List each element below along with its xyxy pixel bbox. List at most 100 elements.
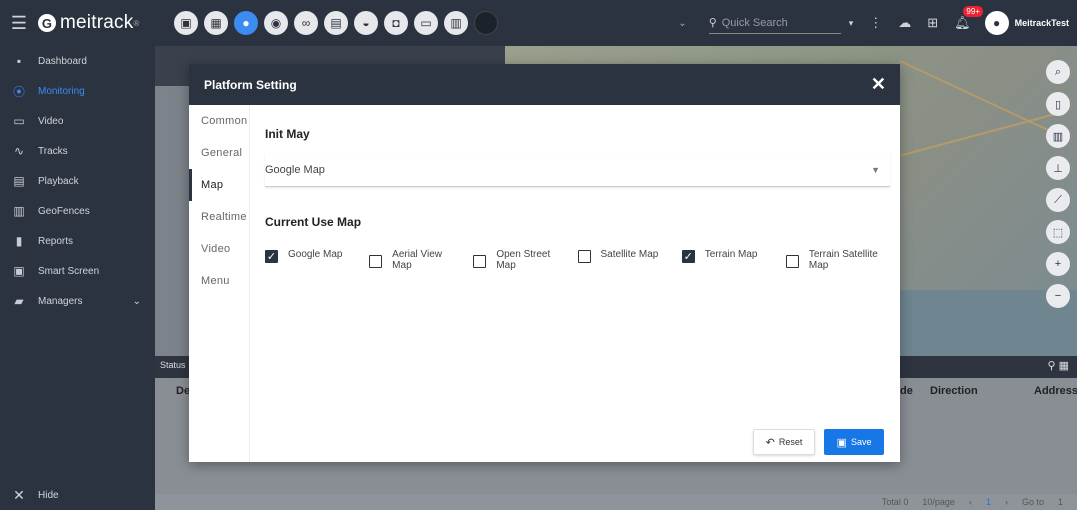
checkbox-google-map[interactable]: ✓ Google Map: [265, 249, 369, 271]
checkbox-unchecked-icon[interactable]: [577, 250, 591, 263]
sidebar-item-dashboard[interactable]: ▪ Dashboard: [0, 46, 155, 76]
tab-map[interactable]: Map: [189, 169, 249, 201]
avatar[interactable]: ●: [984, 11, 1009, 35]
chevron-down-icon[interactable]: ⌄: [678, 18, 686, 29]
dropdown-arrow-icon: ▼: [871, 164, 880, 175]
checkbox-unchecked-icon[interactable]: [785, 255, 799, 268]
zoom-in-icon[interactable]: +: [1046, 252, 1070, 276]
bell-icon[interactable]: 🔔︎: [954, 15, 971, 31]
sidebar-item-managers[interactable]: ▰ Managers ⌄: [0, 286, 155, 316]
status-tab[interactable]: Status: [160, 360, 186, 370]
cloud-icon[interactable]: ☁: [898, 15, 911, 31]
next-page-icon[interactable]: ›: [1005, 497, 1008, 507]
dialog-actions: ↶ Reset ▣ Save: [753, 429, 884, 455]
sidebar-label: Playback: [38, 175, 79, 187]
sidebar-label: Dashboard: [38, 55, 87, 67]
init-map-select[interactable]: Google Map ▼: [265, 153, 890, 187]
close-icon: ✕: [13, 486, 25, 503]
select-area-icon[interactable]: ⬚: [1046, 220, 1070, 244]
sidebar-label: Smart Screen: [38, 265, 100, 277]
prev-page-icon[interactable]: ‹: [969, 497, 972, 507]
save-button[interactable]: ▣ Save: [824, 429, 884, 455]
map-checkbox-group: ✓ Google Map Aerial View Map Open Street …: [265, 249, 890, 271]
sidebar-label: GeoFences: [38, 205, 90, 217]
tab-realtime[interactable]: Realtime: [189, 201, 249, 233]
video-icon[interactable]: ◉: [264, 11, 288, 35]
more-icon[interactable]: [474, 11, 498, 35]
sidebar-item-video[interactable]: ▭ Video: [0, 106, 155, 136]
tracks-icon[interactable]: ∞: [294, 11, 318, 35]
search-input[interactable]: ⚲ Quick Search: [708, 12, 841, 34]
column-header-de: De: [176, 385, 191, 397]
checkbox-open-street-map[interactable]: Open Street Map: [473, 249, 577, 271]
sidebar: ▪ Dashboard ⦿ Monitoring ▭ Video ∿ Tracks ▤ P…: [0, 46, 155, 510]
playback-icon[interactable]: ▤: [324, 11, 348, 35]
filter-icon[interactable]: ⚲ ▦: [1047, 359, 1069, 372]
id-card-icon[interactable]: ▭: [414, 11, 438, 35]
goto-input[interactable]: 1: [1058, 497, 1063, 507]
page-size-select[interactable]: 10/page: [922, 497, 955, 507]
dialog-header: Platform Setting ✕: [189, 64, 900, 105]
playback-icon: ▤: [13, 174, 25, 188]
platform-setting-dialog: Platform Setting ✕ Common General Map Re…: [189, 64, 900, 462]
fence-icon[interactable]: ▥: [1046, 124, 1070, 148]
map-layers-icon[interactable]: ▯: [1046, 92, 1070, 116]
ruler-icon[interactable]: ⟋: [1046, 188, 1070, 212]
sidebar-item-playback[interactable]: ▤ Playback: [0, 166, 155, 196]
page-number[interactable]: 1: [986, 497, 991, 507]
sidebar-item-geofences[interactable]: ▥ GeoFences: [0, 196, 155, 226]
dashboard-icon: ▪: [16, 54, 22, 68]
location-pin-icon[interactable]: ●: [234, 11, 258, 35]
sidebar-item-smart-screen[interactable]: ▣ Smart Screen: [0, 256, 155, 286]
sidebar-item-tracks[interactable]: ∿ Tracks: [0, 136, 155, 166]
tab-video[interactable]: Video: [189, 233, 249, 265]
map-search-icon[interactable]: ⌕: [1046, 60, 1070, 84]
tab-general[interactable]: General: [189, 137, 249, 169]
checkbox-unchecked-icon[interactable]: [473, 255, 487, 268]
map-settings-content: Init May Google Map ▼ Current Use Map ✓ G…: [265, 105, 890, 271]
column-header-partial: de: [900, 385, 913, 397]
reset-label: Reset: [778, 437, 803, 447]
checkbox-label: Google Map: [288, 249, 343, 260]
logo-text: meitrack: [60, 12, 134, 33]
menu-icon[interactable]: ☰: [0, 13, 38, 34]
search-icon: ⚲: [708, 17, 717, 29]
pin-icon[interactable]: ⊥: [1046, 156, 1070, 180]
dashboard-icon[interactable]: ▦: [204, 11, 228, 35]
reset-button[interactable]: ↶ Reset: [753, 429, 815, 455]
checkbox-label: Satellite Map: [600, 249, 659, 260]
checkbox-aerial-view-map[interactable]: Aerial View Map: [369, 249, 473, 271]
goto-label: Go to: [1021, 497, 1044, 507]
chevron-down-icon: ⌄: [132, 295, 141, 307]
video-icon: ▭: [13, 114, 25, 128]
checkbox-checked-icon[interactable]: ✓: [681, 250, 695, 263]
car-icon[interactable]: ◘: [384, 11, 408, 35]
checkbox-unchecked-icon[interactable]: [369, 255, 383, 268]
pagination: Total 0 10/page ‹ 1 › Go to 1: [882, 497, 1063, 507]
add-icon[interactable]: ⊞: [927, 15, 938, 31]
current-map-title: Current Use Map: [265, 215, 362, 229]
zoom-out-icon[interactable]: −: [1046, 284, 1070, 308]
sidebar-item-monitoring[interactable]: ⦿ Monitoring: [0, 76, 155, 106]
hide-sidebar-button[interactable]: ✕ Hide: [0, 480, 155, 510]
checkbox-checked-icon[interactable]: ✓: [265, 250, 278, 263]
close-icon[interactable]: ✕: [871, 74, 886, 95]
checkbox-satellite-map[interactable]: Satellite Map: [577, 249, 682, 271]
kebab-menu-icon[interactable]: ⋮: [869, 15, 882, 31]
tab-menu[interactable]: Menu: [189, 265, 249, 297]
checkbox-terrain-satellite-map[interactable]: Terrain Satellite Map: [785, 249, 890, 271]
screen-icon[interactable]: ▣: [174, 11, 198, 35]
checkbox-label: Terrain Map: [704, 249, 758, 260]
username[interactable]: MeitrackTest: [1015, 18, 1069, 28]
fence-icon[interactable]: ▥: [444, 11, 468, 35]
sidebar-item-reports[interactable]: ▮ Reports: [0, 226, 155, 256]
user-icon[interactable]: ◒: [354, 11, 378, 35]
sidebar-label: Tracks: [38, 145, 68, 157]
dropdown-arrow-icon[interactable]: ▾: [849, 18, 854, 29]
location-pin-icon: ⦿: [12, 84, 25, 99]
checkbox-label: Terrain Satellite Map: [808, 249, 878, 271]
tab-common[interactable]: Common: [189, 105, 249, 137]
init-map-title: Init May: [265, 127, 310, 141]
top-bar: ☰ G meitrack ® ▣ ▦ ● ◉ ∞ ▤ ◒ ◘ ▭ ▥ ⌄ ⚲ Qu…: [0, 0, 1077, 46]
checkbox-terrain-map[interactable]: ✓ Terrain Map: [681, 249, 786, 271]
